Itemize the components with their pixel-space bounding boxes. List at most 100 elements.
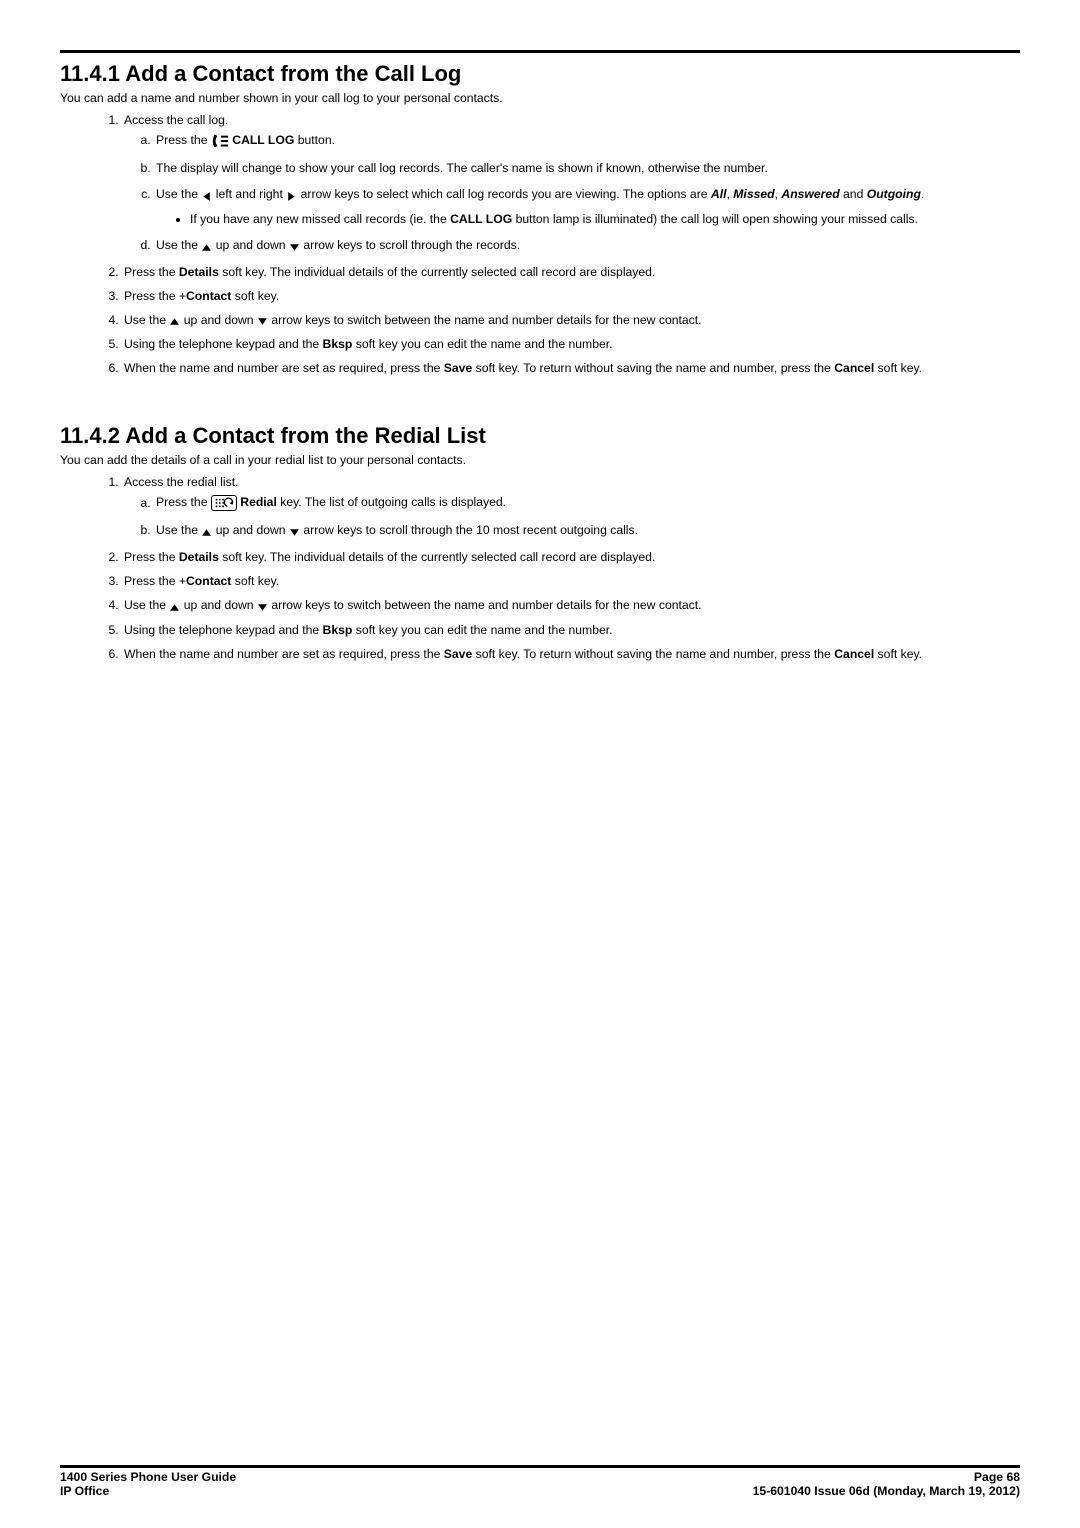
call-log-label: CALL LOG [229,133,294,147]
sec1-step-4: Use the up and down arrow keys to switch… [122,313,1020,328]
option-outgoing: Outgoing [867,187,921,201]
sec1-substeps: Press the CALL LOG button. The display w… [124,133,1020,253]
text: soft key you can edit the name and the n… [352,623,612,637]
top-rule [60,50,1020,53]
footer-left-1: 1400 Series Phone User Guide [60,1470,236,1484]
sec1-step-1c-notes: If you have any new missed call records … [156,212,1020,226]
text: If you have any new missed call records … [190,212,450,226]
arrow-down-icon [289,239,300,253]
footer-right-2: 15-601040 Issue 06d (Monday, March 19, 2… [753,1484,1020,1498]
arrow-right-icon [286,188,297,202]
text: Use the [124,598,169,612]
sec1-step-1b: The display will change to show your cal… [154,161,1020,175]
redial-icon [211,495,237,511]
footer-right-1: Page 68 [974,1470,1020,1484]
bksp-softkey: Bksp [323,337,353,351]
sec1-step-6: When the name and number are set as requ… [122,361,1020,375]
sec1-steps: Access the call log. Press the CALL LOG … [60,113,1020,375]
text: and [840,187,867,201]
text: soft key. To return without saving the n… [472,647,834,661]
sec1-step-1d: Use the up and down arrow keys to scroll… [154,238,1020,253]
text: . [921,187,924,201]
text: Press the [156,133,211,147]
text: soft key. [231,289,279,303]
text: Use the [124,313,169,327]
text: up and down [212,523,289,537]
details-softkey: Details [179,265,219,279]
text: button lamp is illuminated) the call log… [512,212,918,226]
sec2-step-3: Press the +Contact soft key. [122,574,1020,588]
text: arrow keys to scroll through the records… [300,238,520,252]
step-text: Access the redial list. [124,475,238,489]
text: soft key. The individual details of the … [219,550,656,564]
cancel-softkey: Cancel [834,361,874,375]
arrow-up-icon [201,524,212,538]
text: arrow keys to switch between the name an… [268,313,702,327]
text: up and down [212,238,289,252]
save-softkey: Save [444,361,472,375]
sec2-step-1a: Press the Redial key. The list of outgoi… [154,495,1020,511]
contact-softkey: Contact [186,289,231,303]
sec2-step-2: Press the Details soft key. The individu… [122,550,1020,564]
sec1-step-5: Using the telephone keypad and the Bksp … [122,337,1020,351]
arrow-up-icon [169,313,180,327]
text: soft key. [874,647,922,661]
sec1-step-1c-note: If you have any new missed call records … [190,212,1020,226]
footer-left-2: IP Office [60,1484,109,1498]
arrow-up-icon [201,239,212,253]
cancel-softkey: Cancel [834,647,874,661]
arrow-up-icon [169,599,180,613]
text: button. [294,133,335,147]
text: left and right [212,187,286,201]
text: arrow keys to switch between the name an… [268,598,702,612]
contact-softkey: Contact [186,574,231,588]
sec1-step-2: Press the Details soft key. The individu… [122,265,1020,279]
arrow-down-icon [257,313,268,327]
sec2-step-6: When the name and number are set as requ… [122,647,1020,661]
call-log-label: CALL LOG [450,212,512,226]
sec1-step-1a: Press the CALL LOG button. [154,133,1020,149]
text: soft key. To return without saving the n… [472,361,834,375]
step-text: Access the call log. [124,113,228,127]
arrow-down-icon [289,524,300,538]
sec2-step-5: Using the telephone keypad and the Bksp … [122,623,1020,637]
text: Press the + [124,289,186,303]
option-missed: Missed [733,187,774,201]
sec2-substeps: Press the Redial key. The list of outgoi… [124,495,1020,538]
document-page: 11.4.1 Add a Contact from the Call Log Y… [0,0,1080,1528]
text: up and down [180,313,257,327]
option-all: All [711,187,727,201]
text: Press the [124,550,179,564]
sec1-step-1c: Use the left and right arrow keys to sel… [154,187,1020,226]
sec2-step-4: Use the up and down arrow keys to switch… [122,598,1020,613]
footer-rule [60,1465,1020,1468]
sec1-step-1: Access the call log. Press the CALL LOG … [122,113,1020,253]
text: Use the [156,523,201,537]
section-11-4-2-title: 11.4.2 Add a Contact from the Redial Lis… [60,423,1020,449]
text: up and down [180,598,257,612]
arrow-left-icon [201,188,212,202]
text: Press the + [124,574,186,588]
call-log-icon [211,133,229,149]
text: Use the [156,187,201,201]
sec2-steps: Access the redial list. Press the Redial… [60,475,1020,661]
text: Press the [124,265,179,279]
sec2-step-1: Access the redial list. Press the Redial… [122,475,1020,538]
text: key. The list of outgoing calls is displ… [277,496,506,510]
sec1-step-3: Press the +Contact soft key. [122,289,1020,303]
section-11-4-1-title: 11.4.1 Add a Contact from the Call Log [60,61,1020,87]
text: When the name and number are set as requ… [124,647,444,661]
text: soft key you can edit the name and the n… [352,337,612,351]
redial-label: Redial [237,496,277,510]
save-softkey: Save [444,647,472,661]
text: Use the [156,238,201,252]
text: soft key. The individual details of the … [219,265,656,279]
text: arrow keys to scroll through the 10 most… [300,523,638,537]
bksp-softkey: Bksp [323,623,353,637]
page-footer: 1400 Series Phone User Guide Page 68 IP … [60,1465,1020,1498]
text: Using the telephone keypad and the [124,623,323,637]
details-softkey: Details [179,550,219,564]
text: soft key. [231,574,279,588]
sec2-step-1b: Use the up and down arrow keys to scroll… [154,523,1020,538]
section-11-4-1-intro: You can add a name and number shown in y… [60,91,1020,105]
